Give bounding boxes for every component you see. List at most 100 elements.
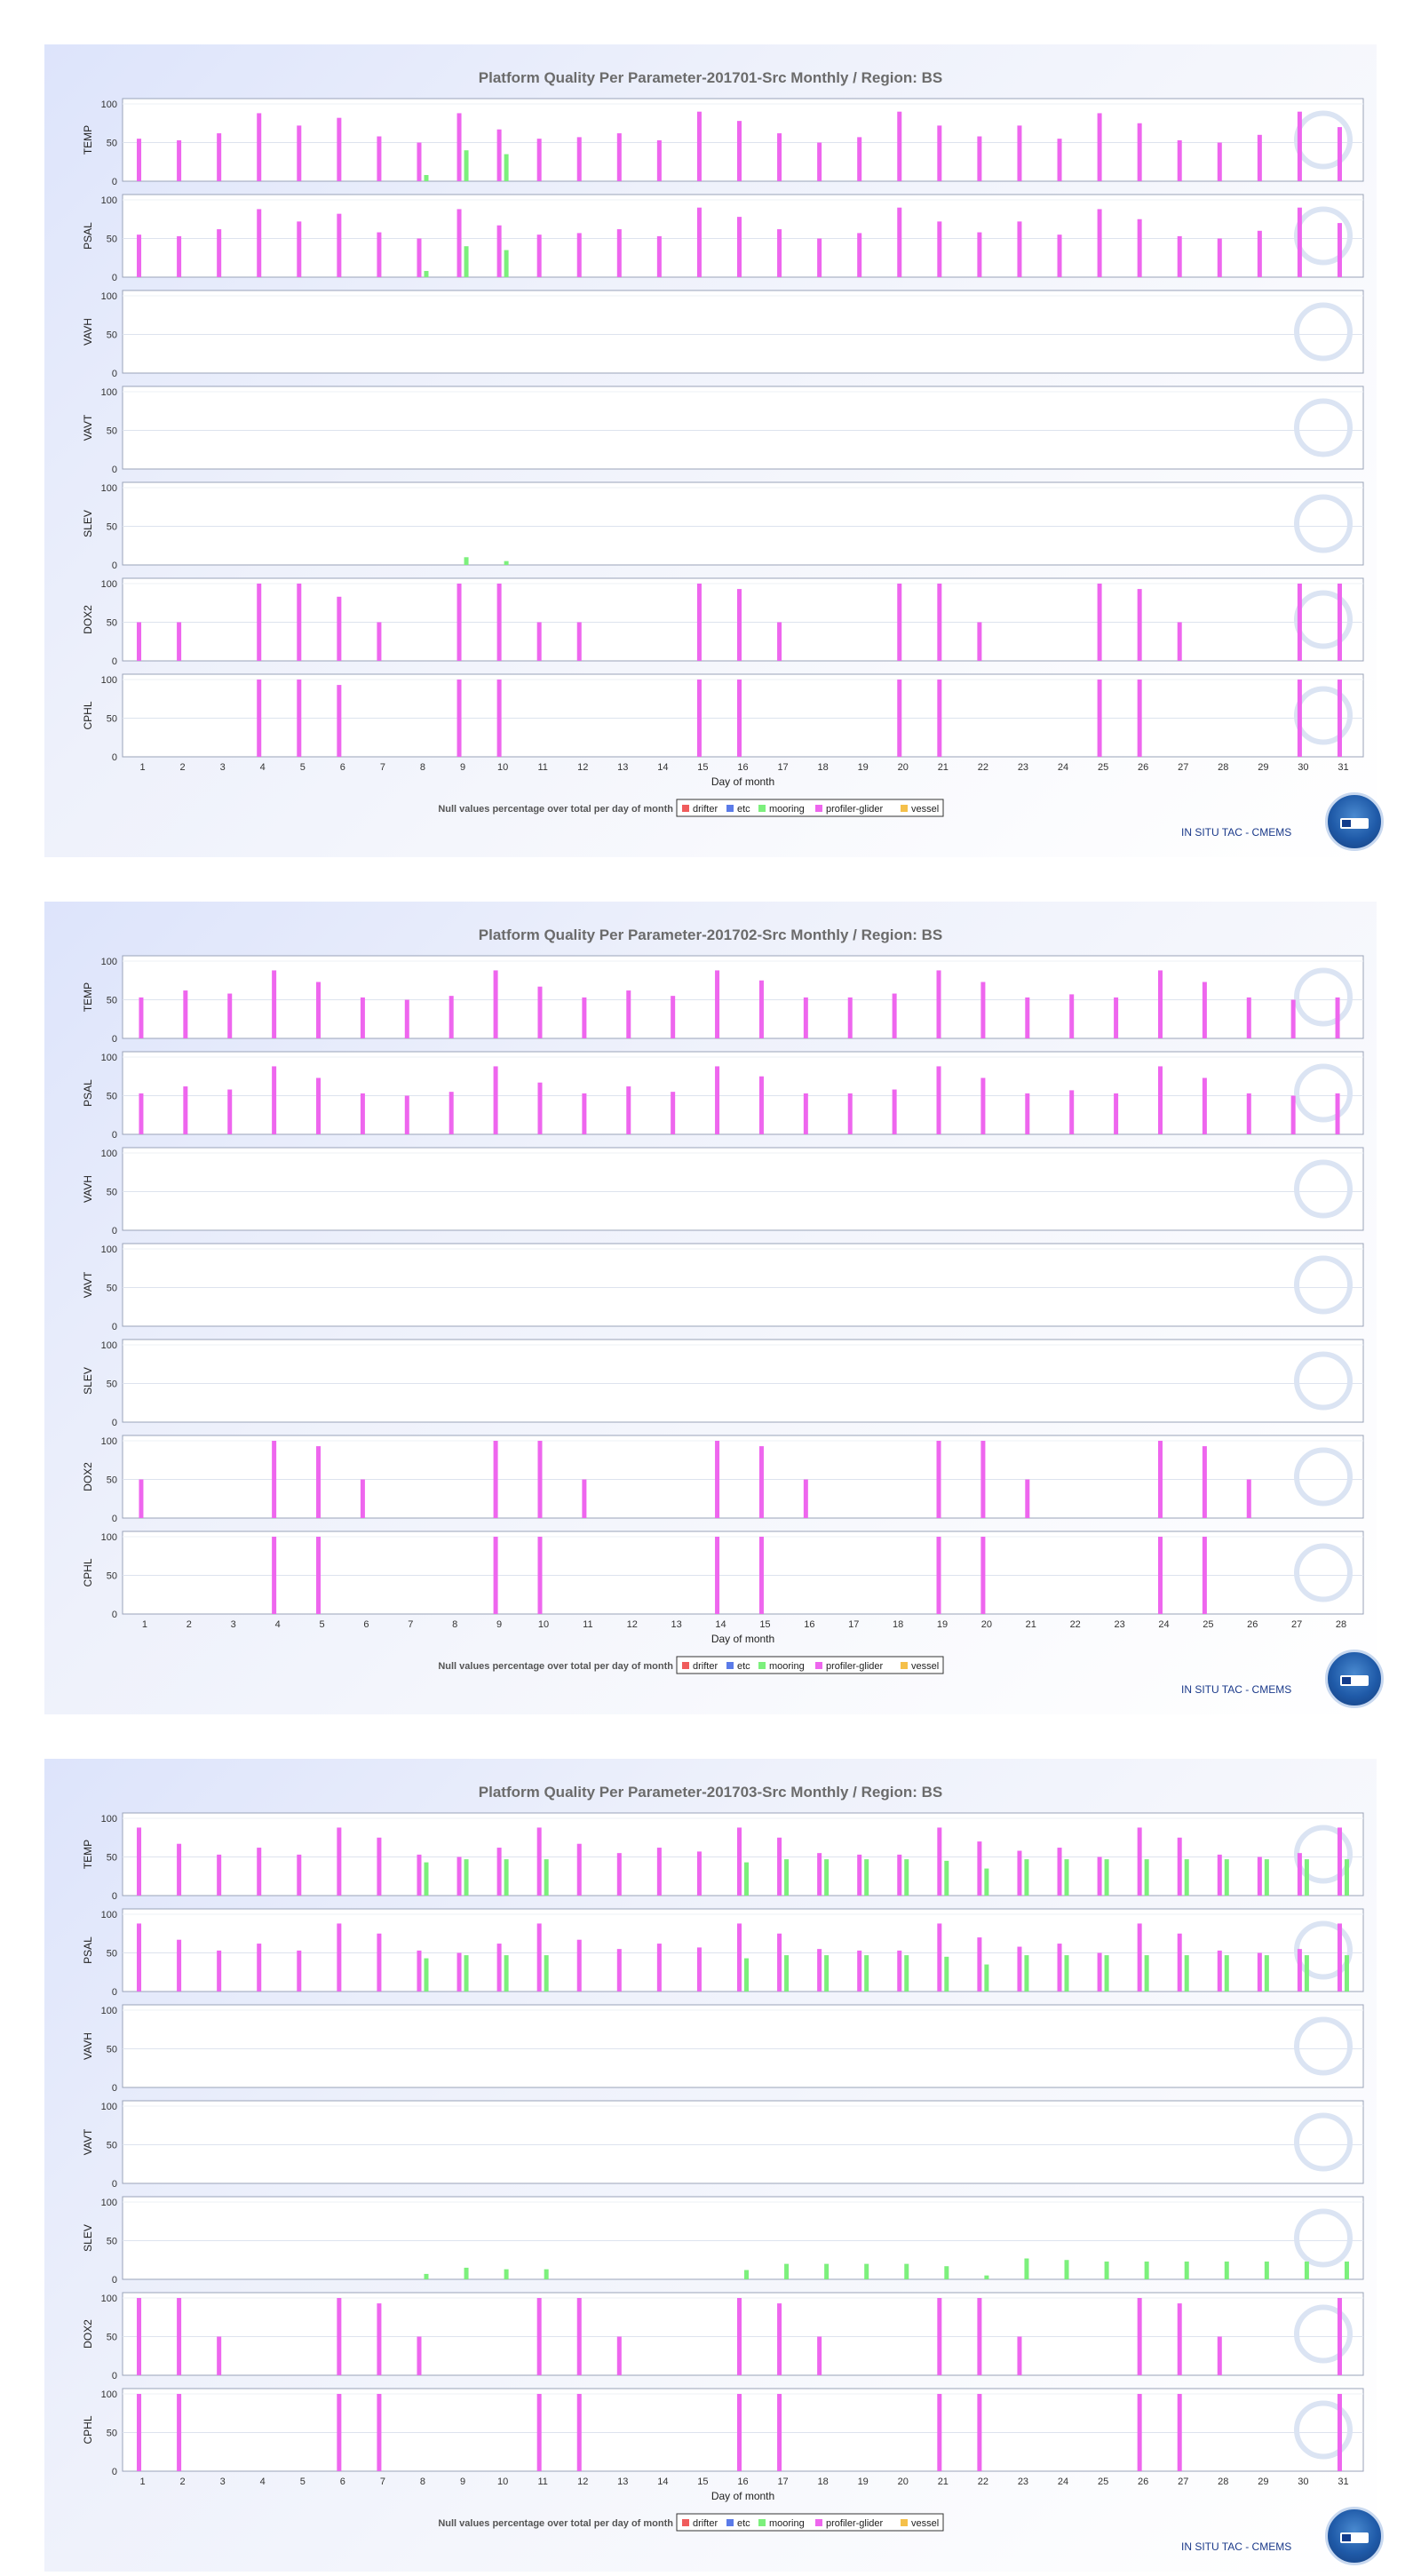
panel-label: DOX2: [82, 1462, 94, 1491]
legend-swatch: [815, 1662, 822, 1669]
bar-profiler-glider: [576, 1843, 582, 1896]
bar-profiler-glider: [656, 1944, 662, 1992]
bar-profiler-glider: [1335, 997, 1340, 1038]
bar-profiler-glider: [616, 1949, 622, 1992]
bar-profiler-glider: [360, 1479, 365, 1518]
bar-profiler-glider: [576, 137, 582, 181]
bar-profiler-glider: [1257, 1856, 1262, 1896]
y-tick-label: 0: [112, 2179, 117, 2190]
bar-mooring: [504, 561, 509, 565]
bar-profiler-glider: [537, 1082, 543, 1134]
plot-area: [122, 1339, 1364, 1423]
bar-profiler-glider: [576, 233, 582, 277]
x-tick-label: 16: [804, 1619, 814, 1630]
y-tick-label: 100: [101, 387, 117, 398]
plot-area: [122, 386, 1364, 470]
bar-profiler-glider: [1137, 680, 1142, 757]
bar-mooring: [864, 1859, 869, 1896]
bar-profiler-glider: [715, 970, 720, 1038]
bar-profiler-glider: [1177, 622, 1182, 661]
y-tick-label: 100: [101, 1910, 117, 1920]
bar-mooring: [864, 2263, 869, 2279]
x-tick-label: 22: [978, 2477, 988, 2487]
bar-profiler-glider: [377, 1933, 382, 1992]
bar-profiler-glider: [139, 1093, 144, 1134]
bar-profiler-glider: [1202, 982, 1207, 1038]
bar-mooring: [1104, 1955, 1109, 1992]
legend-label: profiler-glider: [826, 804, 884, 815]
x-tick-label: 23: [1114, 1619, 1124, 1630]
bar-profiler-glider: [1137, 123, 1142, 181]
y-tick-label: 50: [107, 996, 117, 1006]
x-tick-label: 10: [497, 2477, 508, 2487]
bar-profiler-glider: [337, 2394, 342, 2471]
bar-mooring: [1184, 1955, 1189, 1992]
bar-profiler-glider: [272, 1537, 277, 1614]
y-tick-label: 100: [101, 957, 117, 967]
bar-profiler-glider: [1137, 2394, 1142, 2471]
plot-area: [122, 1147, 1364, 1231]
panel-label: CPHL: [82, 2415, 94, 2444]
bar-profiler-glider: [936, 1066, 941, 1134]
bar-profiler-glider: [758, 980, 764, 1038]
footer-note: Null values percentage over total per da…: [438, 2518, 673, 2529]
bar-profiler-glider: [217, 2336, 222, 2375]
bar-profiler-glider: [217, 133, 222, 181]
y-tick-label: 100: [101, 1532, 117, 1543]
plot-area: [122, 1812, 1364, 1896]
plot-area: [122, 955, 1364, 1039]
bar-mooring: [1064, 1859, 1069, 1896]
y-tick-label: 50: [107, 2429, 117, 2439]
legend-swatch: [682, 1662, 689, 1669]
y-tick-label: 50: [107, 1379, 117, 1390]
bar-mooring: [1184, 1859, 1189, 1896]
bar-profiler-glider: [1337, 680, 1342, 757]
x-tick-label: 4: [275, 1619, 281, 1630]
bar-profiler-glider: [616, 133, 622, 181]
y-tick-label: 0: [112, 2371, 117, 2381]
plot-area: [122, 2100, 1364, 2184]
bar-profiler-glider: [937, 125, 942, 181]
bar-profiler-glider: [1069, 1090, 1075, 1134]
bar-profiler-glider: [177, 235, 182, 277]
bar-profiler-glider: [777, 229, 782, 277]
bar-mooring: [504, 1859, 509, 1896]
y-tick-label: 0: [112, 1610, 117, 1620]
bar-profiler-glider: [576, 2394, 582, 2471]
bar-profiler-glider: [337, 685, 342, 757]
y-tick-label: 50: [107, 2045, 117, 2055]
bar-profiler-glider: [337, 1923, 342, 1992]
x-tick-label: 27: [1291, 1619, 1302, 1630]
bar-mooring: [504, 2269, 509, 2279]
bar-profiler-glider: [377, 2394, 382, 2471]
bar-mooring: [544, 1955, 549, 1992]
panel-label: DOX2: [82, 605, 94, 634]
x-tick-label: 27: [1178, 762, 1188, 773]
legend-label: drifter: [693, 2518, 718, 2529]
legend-label: profiler-glider: [826, 1661, 884, 1672]
legend-swatch: [758, 2519, 766, 2526]
x-tick-label: 2: [180, 2477, 186, 2487]
y-tick-label: 100: [101, 1244, 117, 1255]
legend-swatch: [815, 2519, 822, 2526]
bar-profiler-glider: [616, 229, 622, 277]
bar-mooring: [504, 1955, 509, 1992]
bar-profiler-glider: [1057, 139, 1062, 181]
bar-profiler-glider: [616, 1853, 622, 1896]
x-tick-label: 31: [1338, 762, 1348, 773]
y-tick-label: 0: [112, 1514, 117, 1524]
bar-mooring: [824, 2263, 830, 2279]
bar-profiler-glider: [272, 1066, 277, 1134]
bar-profiler-glider: [1137, 2298, 1142, 2375]
bar-profiler-glider: [1297, 584, 1302, 661]
y-tick-label: 0: [112, 1034, 117, 1045]
y-tick-label: 100: [101, 1149, 117, 1159]
bar-profiler-glider: [1097, 1856, 1102, 1896]
panel-label: TEMP: [82, 125, 94, 155]
bar-profiler-glider: [937, 584, 942, 661]
x-tick-label: 11: [537, 2477, 547, 2487]
bar-profiler-glider: [937, 221, 942, 277]
bar-profiler-glider: [777, 1933, 782, 1992]
bar-profiler-glider: [977, 1937, 982, 1992]
y-tick-label: 100: [101, 2198, 117, 2208]
